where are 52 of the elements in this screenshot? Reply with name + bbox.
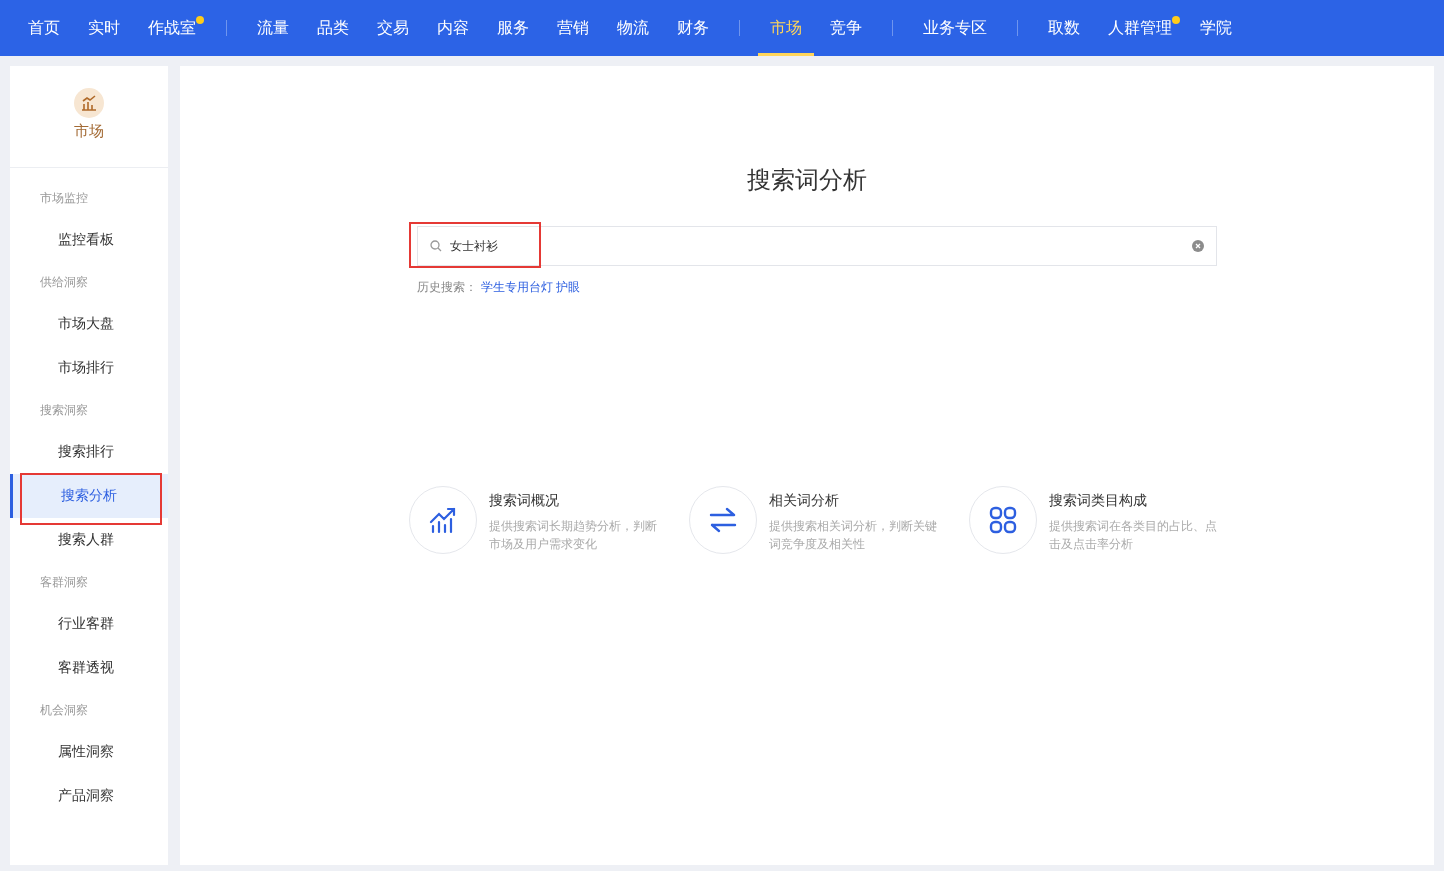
nav-tab[interactable]: 流量 bbox=[245, 0, 301, 56]
nav-tab[interactable]: 市场 bbox=[758, 0, 814, 56]
grid-icon bbox=[989, 506, 1017, 534]
search-icon bbox=[430, 240, 442, 252]
card-description: 提供搜索词长期趋势分析，判断市场及用户需求变化 bbox=[489, 518, 658, 553]
nav-tab[interactable]: 取数 bbox=[1036, 0, 1092, 56]
sidebar-item[interactable]: 搜索排行 bbox=[10, 429, 168, 474]
card-title: 搜索词概况 bbox=[489, 491, 560, 510]
nav-tab[interactable]: 营销 bbox=[545, 0, 601, 56]
card-description: 提供搜索词在各类目的占比、点击及点击率分析 bbox=[1049, 518, 1218, 553]
sidebar-item[interactable]: 市场排行 bbox=[10, 345, 168, 390]
sidebar-item[interactable]: 产品洞察 bbox=[10, 773, 168, 818]
nav-tab[interactable]: 业务专区 bbox=[911, 0, 999, 56]
nav-tab[interactable]: 作战室 bbox=[136, 0, 208, 56]
card-description: 提供搜索相关词分析，判断关键词竞争度及相关性 bbox=[769, 518, 938, 553]
feature-card[interactable]: 搜索词概况 提供搜索词长期趋势分析，判断市场及用户需求变化 bbox=[409, 486, 665, 554]
sidebar-item[interactable]: 属性洞察 bbox=[10, 729, 168, 774]
sidebar-item[interactable]: 搜索分析 bbox=[10, 473, 168, 518]
section-heading: 机会洞察 bbox=[39, 701, 89, 719]
history-link[interactable]: 学生专用台灯 护眼 bbox=[481, 278, 581, 296]
feature-card[interactable]: 相关词分析 提供搜索相关词分析，判断关键词竞争度及相关性 bbox=[689, 486, 945, 554]
clear-icon[interactable] bbox=[1192, 240, 1204, 252]
nav-tab[interactable]: 服务 bbox=[485, 0, 541, 56]
section-heading: 供给洞察 bbox=[39, 273, 89, 291]
sidebar-item[interactable]: 搜索人群 bbox=[10, 517, 168, 562]
feature-card[interactable]: 搜索词类目构成 提供搜索词在各类目的占比、点击及点击率分析 bbox=[969, 486, 1225, 554]
nav-tab[interactable]: 品类 bbox=[305, 0, 361, 56]
sidebar-title: 市场 bbox=[74, 121, 104, 141]
section-heading: 市场监控 bbox=[39, 189, 89, 207]
nav-tab[interactable]: 学院 bbox=[1188, 0, 1244, 56]
search-bar[interactable]: 女士衬衫 bbox=[417, 226, 1217, 266]
section-heading: 搜索洞察 bbox=[39, 401, 89, 419]
section-heading: 客群洞察 bbox=[39, 573, 89, 591]
history-label: 历史搜索： bbox=[417, 279, 477, 296]
sidebar-item[interactable]: 行业客群 bbox=[10, 601, 168, 646]
search-input[interactable]: 女士衬衫 bbox=[450, 237, 1184, 255]
nav-tab[interactable]: 交易 bbox=[365, 0, 421, 56]
nav-tab[interactable]: 内容 bbox=[425, 0, 481, 56]
sidebar-item[interactable]: 监控看板 bbox=[10, 217, 168, 262]
nav-tab[interactable]: 竞争 bbox=[818, 0, 874, 56]
nav-tab[interactable]: 实时 bbox=[76, 0, 132, 56]
nav-tab[interactable]: 财务 bbox=[665, 0, 721, 56]
nav-tab[interactable]: 首页 bbox=[16, 0, 72, 56]
card-title: 相关词分析 bbox=[769, 491, 840, 510]
card-title: 搜索词类目构成 bbox=[1049, 491, 1148, 510]
sidebar-item[interactable]: 市场大盘 bbox=[10, 301, 168, 346]
swap-arrows-icon bbox=[708, 507, 738, 533]
nav-tab[interactable]: 人群管理 bbox=[1096, 0, 1184, 56]
page-title: 搜索词分析 bbox=[747, 165, 867, 195]
nav-tab[interactable]: 物流 bbox=[605, 0, 661, 56]
market-icon bbox=[74, 88, 104, 118]
sidebar-item[interactable]: 客群透视 bbox=[10, 645, 168, 690]
